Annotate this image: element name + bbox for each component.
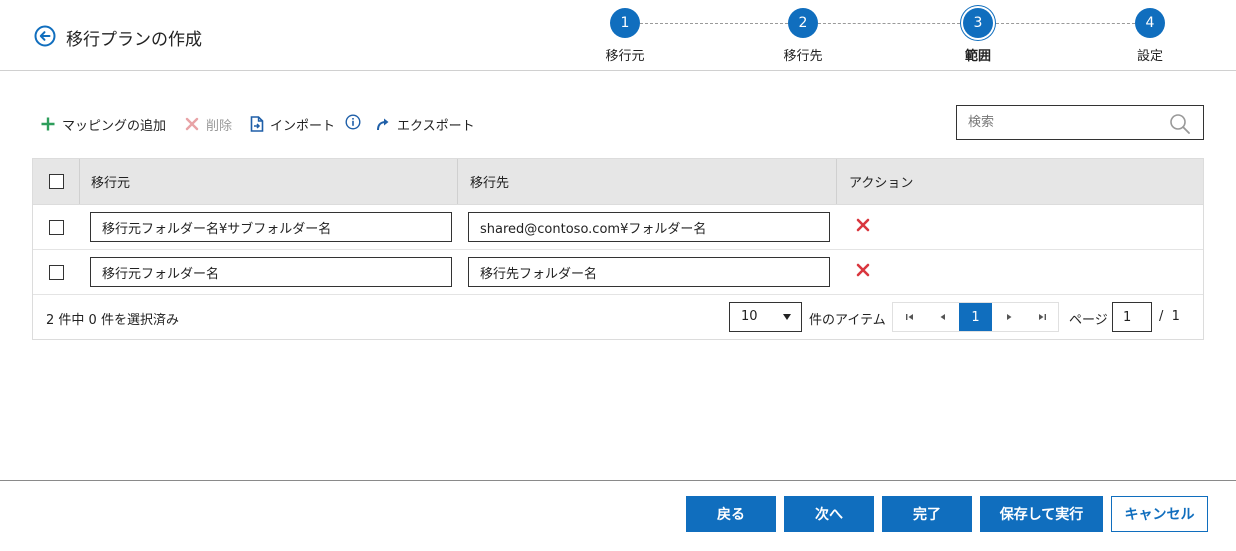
dropdown-caret-icon [783, 314, 791, 320]
save-and-run-button[interactable]: 保存して実行 [980, 496, 1103, 532]
row-checkbox[interactable] [48, 219, 64, 235]
stepper: 1 移行元 2 移行先 3 範囲 4 設定 [590, 8, 1190, 68]
row-checkbox-cell [33, 205, 79, 249]
selection-status: 2 件中 0 件を選択済み [46, 313, 179, 328]
table-row [33, 250, 1203, 295]
action-cell [836, 205, 1203, 249]
step-label: 設定 [1136, 49, 1163, 64]
delete-x-icon [185, 117, 199, 131]
delete-button[interactable]: 削除 [184, 115, 232, 134]
page-label: ページ [1069, 313, 1108, 328]
finish-button[interactable]: 完了 [882, 496, 972, 532]
step-number: 1 [610, 8, 640, 38]
search-box [956, 105, 1204, 140]
prev-page-button[interactable] [926, 303, 959, 331]
export-button[interactable]: エクスポート [375, 115, 475, 134]
next-page-button[interactable] [992, 303, 1025, 331]
source-path-input[interactable] [90, 257, 452, 287]
items-per-page-label: 件のアイテム [809, 313, 886, 328]
last-page-icon [1038, 314, 1046, 320]
column-header-destination[interactable]: 移行先 [457, 159, 836, 204]
table-row [33, 205, 1203, 250]
page-number-input[interactable] [1112, 302, 1152, 332]
page-size-value: 10 [741, 309, 758, 324]
total-pages: / 1 [1159, 309, 1180, 324]
action-cell [836, 250, 1203, 294]
page-size-select[interactable]: 10 [729, 302, 802, 332]
destination-path-input[interactable] [468, 212, 830, 242]
source-cell [79, 205, 457, 249]
step-number: 2 [788, 8, 818, 38]
cancel-button[interactable]: キャンセル [1111, 496, 1208, 532]
import-file-icon [250, 116, 264, 132]
pager: 1 [892, 302, 1059, 332]
column-header-action: アクション [836, 159, 1203, 204]
first-page-icon [905, 314, 913, 320]
step-label: 移行先 [783, 49, 823, 64]
header: 移行プランの作成 1 移行元 2 移行先 3 範囲 4 設定 [0, 0, 1236, 71]
row-checkbox-cell [33, 250, 79, 294]
next-page-icon [1006, 314, 1011, 320]
add-mapping-label: マッピングの追加 [62, 118, 167, 134]
step-source[interactable]: 1 移行元 [580, 8, 670, 64]
source-path-input[interactable] [90, 212, 452, 242]
page-title: 移行プランの作成 [66, 30, 202, 50]
destination-path-input[interactable] [468, 257, 830, 287]
destination-cell [457, 250, 836, 294]
step-destination[interactable]: 2 移行先 [758, 8, 848, 64]
mapping-table: 移行元 移行先 アクション 移行元フォルダー名¥サブフォルダー名 shared@… [32, 158, 1204, 340]
export-arrow-icon [377, 118, 389, 131]
footer-divider [0, 480, 1236, 481]
table-footer: 2 件中 0 件を選択済み 10 件のアイテム 1 ページ / 1 [33, 295, 1203, 339]
delete-row-icon[interactable] [855, 262, 871, 282]
step-label: 範囲 [964, 49, 991, 64]
table-header: 移行元 移行先 アクション [33, 159, 1203, 205]
next-button[interactable]: 次へ [784, 496, 874, 532]
back-button[interactable]: 戻る [686, 496, 776, 532]
prev-page-icon [940, 314, 945, 320]
step-settings[interactable]: 4 設定 [1105, 8, 1195, 64]
info-icon[interactable] [345, 114, 361, 134]
delete-row-icon[interactable] [855, 217, 871, 237]
last-page-button[interactable] [1025, 303, 1058, 331]
first-page-button[interactable] [893, 303, 926, 331]
plus-icon [41, 117, 55, 131]
source-cell [79, 250, 457, 294]
export-label: エクスポート [397, 118, 475, 134]
select-all-checkbox[interactable] [48, 174, 64, 189]
import-button[interactable]: インポート [250, 115, 335, 134]
page-1-button[interactable]: 1 [959, 303, 992, 331]
destination-cell [457, 205, 836, 249]
toolbar: マッピングの追加 削除 インポート エクスポート [40, 112, 493, 136]
step-label: 移行元 [605, 49, 645, 64]
import-label: インポート [270, 118, 336, 134]
step-number: 4 [1135, 8, 1165, 38]
step-scope[interactable]: 3 範囲 [933, 8, 1023, 64]
search-icon[interactable] [1169, 113, 1191, 135]
step-number: 3 [963, 8, 993, 38]
back-arrow-icon[interactable] [34, 25, 56, 47]
header-checkbox-cell [33, 159, 79, 204]
delete-label: 削除 [206, 118, 233, 134]
add-mapping-button[interactable]: マッピングの追加 [40, 115, 166, 134]
search-input[interactable] [957, 106, 1157, 139]
row-checkbox[interactable] [48, 264, 64, 280]
column-header-source[interactable]: 移行元 [79, 159, 457, 204]
